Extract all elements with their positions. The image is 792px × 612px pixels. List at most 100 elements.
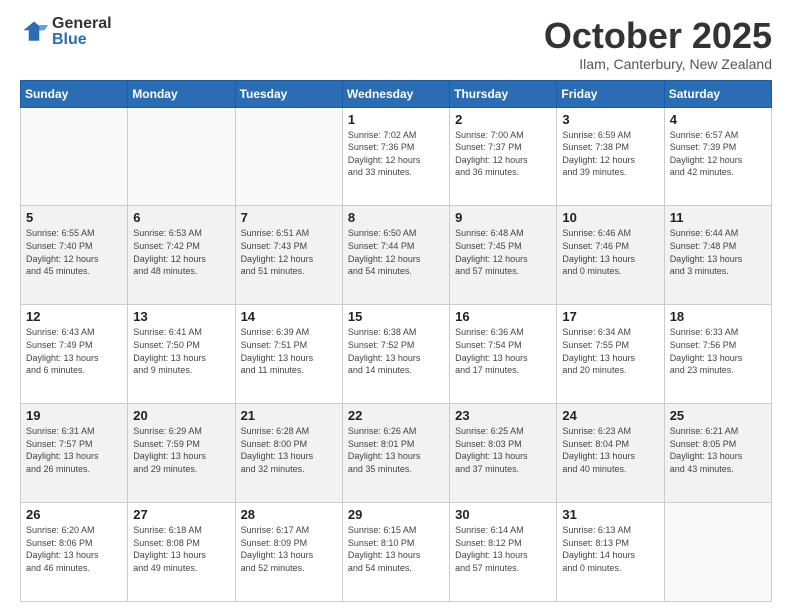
day-number: 15 (348, 309, 444, 324)
header-monday: Monday (128, 80, 235, 107)
weekday-header-row: Sunday Monday Tuesday Wednesday Thursday… (21, 80, 772, 107)
logo: General Blue (20, 16, 112, 48)
header-sunday: Sunday (21, 80, 128, 107)
logo-icon (20, 18, 48, 46)
day-info: Sunrise: 6:50 AM Sunset: 7:44 PM Dayligh… (348, 227, 444, 277)
day-info: Sunrise: 7:02 AM Sunset: 7:36 PM Dayligh… (348, 129, 444, 179)
day-number: 8 (348, 210, 444, 225)
calendar-cell: 23 Sunrise: 6:25 AM Sunset: 8:03 PM Dayli… (450, 404, 557, 503)
day-number: 12 (26, 309, 122, 324)
day-info: Sunrise: 6:55 AM Sunset: 7:40 PM Dayligh… (26, 227, 122, 277)
calendar-cell: 15 Sunrise: 6:38 AM Sunset: 7:52 PM Dayli… (342, 305, 449, 404)
logo-text: General Blue (52, 16, 112, 48)
header-friday: Friday (557, 80, 664, 107)
header-wednesday: Wednesday (342, 80, 449, 107)
calendar-cell: 11 Sunrise: 6:44 AM Sunset: 7:48 PM Dayli… (664, 206, 771, 305)
location-subtitle: Ilam, Canterbury, New Zealand (544, 56, 772, 72)
day-number: 27 (133, 507, 229, 522)
calendar-cell (21, 107, 128, 206)
day-number: 11 (670, 210, 766, 225)
day-info: Sunrise: 6:28 AM Sunset: 8:00 PM Dayligh… (241, 425, 337, 475)
day-info: Sunrise: 6:14 AM Sunset: 8:12 PM Dayligh… (455, 524, 551, 574)
calendar-cell: 1Sunrise: 7:02 AM Sunset: 7:36 PM Daylig… (342, 107, 449, 206)
day-info: Sunrise: 6:31 AM Sunset: 7:57 PM Dayligh… (26, 425, 122, 475)
calendar-cell: 25Sunrise: 6:21 AM Sunset: 8:05 PM Dayli… (664, 404, 771, 503)
calendar-cell: 8 Sunrise: 6:50 AM Sunset: 7:44 PM Daylig… (342, 206, 449, 305)
day-number: 30 (455, 507, 551, 522)
day-info: Sunrise: 6:26 AM Sunset: 8:01 PM Dayligh… (348, 425, 444, 475)
calendar-cell: 14Sunrise: 6:39 AM Sunset: 7:51 PM Dayli… (235, 305, 342, 404)
calendar-cell: 30 Sunrise: 6:14 AM Sunset: 8:12 PM Dayli… (450, 503, 557, 602)
day-info: Sunrise: 6:33 AM Sunset: 7:56 PM Dayligh… (670, 326, 766, 376)
calendar-cell: 19Sunrise: 6:31 AM Sunset: 7:57 PM Dayli… (21, 404, 128, 503)
header-tuesday: Tuesday (235, 80, 342, 107)
day-number: 21 (241, 408, 337, 423)
logo-blue-text: Blue (52, 32, 112, 48)
day-number: 16 (455, 309, 551, 324)
calendar-cell (235, 107, 342, 206)
calendar-cell: 16 Sunrise: 6:36 AM Sunset: 7:54 PM Dayli… (450, 305, 557, 404)
calendar-cell: 27Sunrise: 6:18 AM Sunset: 8:08 PM Dayli… (128, 503, 235, 602)
calendar-cell: 5 Sunrise: 6:55 AM Sunset: 7:40 PM Daylig… (21, 206, 128, 305)
day-number: 6 (133, 210, 229, 225)
day-info: Sunrise: 6:53 AM Sunset: 7:42 PM Dayligh… (133, 227, 229, 277)
header: General Blue October 2025 Ilam, Canterbu… (20, 16, 772, 72)
calendar-cell: 9 Sunrise: 6:48 AM Sunset: 7:45 PM Daylig… (450, 206, 557, 305)
day-number: 23 (455, 408, 551, 423)
calendar-cell (128, 107, 235, 206)
day-number: 2 (455, 112, 551, 127)
day-info: Sunrise: 6:15 AM Sunset: 8:10 PM Dayligh… (348, 524, 444, 574)
header-saturday: Saturday (664, 80, 771, 107)
calendar-cell: 29Sunrise: 6:15 AM Sunset: 8:10 PM Dayli… (342, 503, 449, 602)
day-info: Sunrise: 6:43 AM Sunset: 7:49 PM Dayligh… (26, 326, 122, 376)
day-info: Sunrise: 7:00 AM Sunset: 7:37 PM Dayligh… (455, 129, 551, 179)
calendar-table: Sunday Monday Tuesday Wednesday Thursday… (20, 80, 772, 602)
day-info: Sunrise: 6:39 AM Sunset: 7:51 PM Dayligh… (241, 326, 337, 376)
day-number: 24 (562, 408, 658, 423)
day-info: Sunrise: 6:44 AM Sunset: 7:48 PM Dayligh… (670, 227, 766, 277)
day-info: Sunrise: 6:48 AM Sunset: 7:45 PM Dayligh… (455, 227, 551, 277)
title-area: October 2025 Ilam, Canterbury, New Zeala… (544, 16, 772, 72)
calendar-cell: 24 Sunrise: 6:23 AM Sunset: 8:04 PM Dayli… (557, 404, 664, 503)
calendar-cell: 22 Sunrise: 6:26 AM Sunset: 8:01 PM Dayli… (342, 404, 449, 503)
day-info: Sunrise: 6:29 AM Sunset: 7:59 PM Dayligh… (133, 425, 229, 475)
day-number: 17 (562, 309, 658, 324)
day-number: 18 (670, 309, 766, 324)
day-info: Sunrise: 6:57 AM Sunset: 7:39 PM Dayligh… (670, 129, 766, 179)
header-thursday: Thursday (450, 80, 557, 107)
day-number: 5 (26, 210, 122, 225)
calendar-cell: 31Sunrise: 6:13 AM Sunset: 8:13 PM Dayli… (557, 503, 664, 602)
day-info: Sunrise: 6:38 AM Sunset: 7:52 PM Dayligh… (348, 326, 444, 376)
day-info: Sunrise: 6:23 AM Sunset: 8:04 PM Dayligh… (562, 425, 658, 475)
day-number: 9 (455, 210, 551, 225)
day-number: 10 (562, 210, 658, 225)
day-info: Sunrise: 6:25 AM Sunset: 8:03 PM Dayligh… (455, 425, 551, 475)
day-info: Sunrise: 6:20 AM Sunset: 8:06 PM Dayligh… (26, 524, 122, 574)
day-number: 26 (26, 507, 122, 522)
calendar-cell: 10Sunrise: 6:46 AM Sunset: 7:46 PM Dayli… (557, 206, 664, 305)
calendar-week-row-4: 26 Sunrise: 6:20 AM Sunset: 8:06 PM Dayli… (21, 503, 772, 602)
day-info: Sunrise: 6:59 AM Sunset: 7:38 PM Dayligh… (562, 129, 658, 179)
day-number: 20 (133, 408, 229, 423)
calendar-cell: 21 Sunrise: 6:28 AM Sunset: 8:00 PM Dayli… (235, 404, 342, 503)
calendar-cell: 4Sunrise: 6:57 AM Sunset: 7:39 PM Daylig… (664, 107, 771, 206)
month-title: October 2025 (544, 16, 772, 56)
day-info: Sunrise: 6:36 AM Sunset: 7:54 PM Dayligh… (455, 326, 551, 376)
day-info: Sunrise: 6:34 AM Sunset: 7:55 PM Dayligh… (562, 326, 658, 376)
calendar-cell: 2 Sunrise: 7:00 AM Sunset: 7:37 PM Daylig… (450, 107, 557, 206)
day-info: Sunrise: 6:13 AM Sunset: 8:13 PM Dayligh… (562, 524, 658, 574)
page: General Blue October 2025 Ilam, Canterbu… (0, 0, 792, 612)
day-info: Sunrise: 6:21 AM Sunset: 8:05 PM Dayligh… (670, 425, 766, 475)
calendar-cell: 26 Sunrise: 6:20 AM Sunset: 8:06 PM Dayli… (21, 503, 128, 602)
day-info: Sunrise: 6:17 AM Sunset: 8:09 PM Dayligh… (241, 524, 337, 574)
calendar-cell: 18 Sunrise: 6:33 AM Sunset: 7:56 PM Dayli… (664, 305, 771, 404)
day-number: 7 (241, 210, 337, 225)
calendar-week-row-2: 12 Sunrise: 6:43 AM Sunset: 7:49 PM Dayli… (21, 305, 772, 404)
calendar-week-row-3: 19Sunrise: 6:31 AM Sunset: 7:57 PM Dayli… (21, 404, 772, 503)
calendar-week-row-0: 1Sunrise: 7:02 AM Sunset: 7:36 PM Daylig… (21, 107, 772, 206)
calendar-week-row-1: 5 Sunrise: 6:55 AM Sunset: 7:40 PM Daylig… (21, 206, 772, 305)
logo-general-text: General (52, 16, 112, 32)
day-number: 22 (348, 408, 444, 423)
calendar-cell: 12 Sunrise: 6:43 AM Sunset: 7:49 PM Dayli… (21, 305, 128, 404)
calendar-cell: 28Sunrise: 6:17 AM Sunset: 8:09 PM Dayli… (235, 503, 342, 602)
